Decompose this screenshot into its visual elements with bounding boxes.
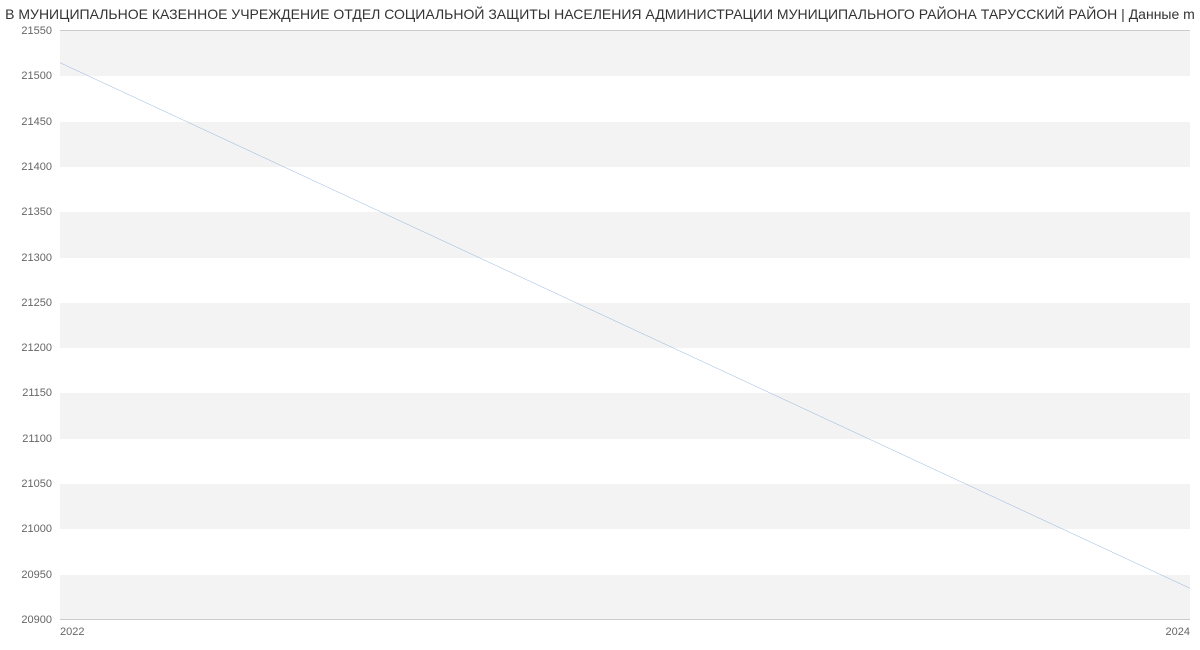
grid-band <box>60 122 1190 167</box>
grid-band <box>60 393 1190 438</box>
y-tick-label: 21250 <box>21 297 52 309</box>
y-tick-label: 21450 <box>21 116 52 128</box>
y-tick-label: 20900 <box>21 614 52 626</box>
y-tick-label: 21300 <box>21 252 52 264</box>
y-tick-label: 21350 <box>21 206 52 218</box>
y-tick-label: 21150 <box>22 387 52 399</box>
y-tick-label: 21500 <box>21 70 52 82</box>
grid-band <box>60 303 1190 348</box>
plot-region: 2090020950210002105021100211502120021250… <box>60 30 1190 620</box>
axis-bottom <box>60 619 1190 620</box>
grid-band <box>60 484 1190 529</box>
chart-area: 2090020950210002105021100211502120021250… <box>60 30 1190 620</box>
grid-band <box>60 575 1190 620</box>
x-tick-label: 2022 <box>60 626 84 638</box>
x-tick-label: 2024 <box>1166 626 1190 638</box>
y-tick-label: 21400 <box>21 161 52 173</box>
y-tick-label: 21200 <box>21 342 52 354</box>
grid-band <box>60 212 1190 257</box>
grid-band <box>60 31 1190 76</box>
y-tick-label: 21550 <box>21 25 52 37</box>
y-tick-label: 20950 <box>21 569 52 581</box>
chart-title: В МУНИЦИПАЛЬНОЕ КАЗЕННОЕ УЧРЕЖДЕНИЕ ОТДЕ… <box>0 0 1200 22</box>
y-tick-label: 21050 <box>21 478 52 490</box>
y-tick-label: 21000 <box>21 523 52 535</box>
y-tick-label: 21100 <box>22 433 52 445</box>
